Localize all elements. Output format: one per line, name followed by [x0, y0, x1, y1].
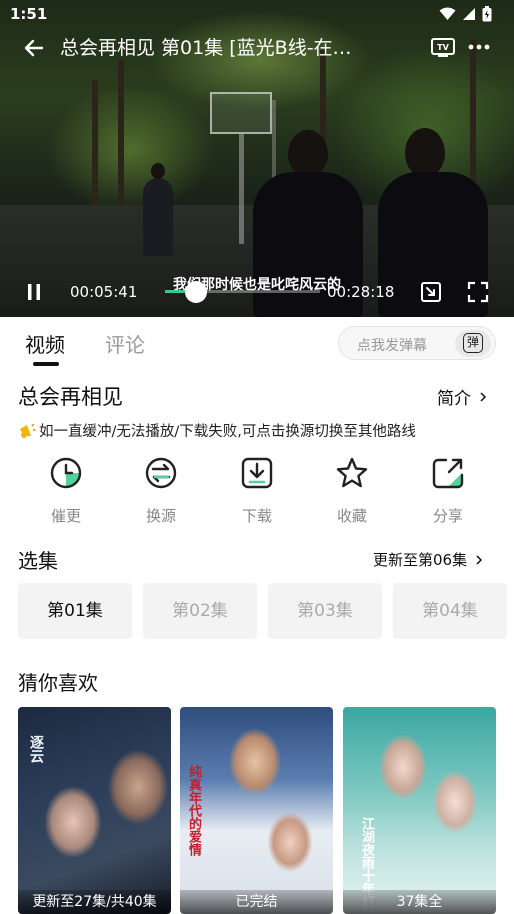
scene-person	[143, 178, 173, 256]
svg-text:TV: TV	[437, 43, 449, 52]
chevron-right-icon	[480, 391, 487, 402]
intro-label: 简介	[437, 389, 471, 409]
total-time: 00:28:18	[327, 283, 395, 301]
recommendation-card[interactable]: 纯真年代的爱情 已完结	[180, 707, 333, 914]
star-icon	[336, 457, 368, 488]
recommendation-card[interactable]: 江湖夜雨十年灯 37集全	[343, 707, 496, 914]
danmu-icon: 弹	[463, 333, 483, 353]
download-icon	[241, 457, 273, 489]
episodes-heading: 选集	[18, 549, 58, 573]
active-tab-indicator	[33, 362, 59, 366]
status-time: 1:51	[10, 5, 48, 23]
status-icons	[439, 6, 492, 22]
notice-text: 如一直缓冲/无法播放/下载失败,可点击换源切换至其他路线	[39, 424, 416, 440]
danmu-placeholder: 点我发弹幕	[357, 338, 427, 354]
recommendations-heading: 猜你喜欢	[18, 671, 98, 695]
video-player[interactable]: 1:51 总会再相见 第01集 [蓝光B线-在… TV 我们那时候也是叱咤风云的…	[0, 0, 514, 317]
share-icon	[432, 458, 464, 489]
clock-icon	[50, 457, 82, 489]
share-button[interactable]: 分享	[413, 455, 483, 526]
buffering-notice: 如一直缓冲/无法播放/下载失败,可点击换源切换至其他路线	[18, 420, 416, 441]
switch-source-icon	[145, 457, 177, 489]
favorite-button[interactable]: 收藏	[317, 455, 387, 526]
current-time: 00:05:41	[70, 283, 138, 301]
battery-icon	[482, 6, 492, 22]
back-arrow-icon[interactable]	[20, 34, 48, 62]
danmu-input[interactable]: 点我发弹幕 弹	[338, 326, 496, 360]
show-title: 总会再相见	[18, 385, 123, 409]
wifi-icon	[439, 7, 456, 20]
player-controls: 00:05:41 00:28:18	[0, 276, 514, 308]
content-tabs: 视频 评论 点我发弹幕 弹	[0, 317, 514, 369]
poster-caption: 已完结	[180, 890, 333, 914]
megaphone-icon	[20, 423, 36, 438]
poster-caption: 37集全	[343, 890, 496, 914]
episodes-update-text: 更新至第06集	[373, 551, 468, 569]
tab-video[interactable]: 视频	[25, 329, 65, 358]
tv-cast-icon[interactable]: TV	[430, 35, 456, 59]
action-label: 催更	[50, 507, 81, 525]
picture-in-picture-icon[interactable]	[420, 281, 442, 303]
episodes-update-link[interactable]: 更新至第06集	[373, 549, 483, 570]
status-bar: 1:51	[0, 0, 514, 28]
action-label: 下载	[241, 507, 272, 525]
intro-link[interactable]: 简介	[437, 384, 487, 409]
download-button[interactable]: 下载	[222, 455, 292, 526]
video-title: 总会再相见 第01集 [蓝光B线-在…	[60, 37, 352, 59]
poster-title: 纯真年代的爱情	[186, 765, 201, 856]
episode-item-03[interactable]: 第03集	[268, 583, 382, 639]
progress-bar[interactable]	[165, 281, 320, 303]
action-bar: 催更 换源 下载 收藏 分享	[0, 455, 514, 535]
urge-update-button[interactable]: 催更	[31, 455, 101, 526]
player-top-bar: 总会再相见 第01集 [蓝光B线-在… TV	[0, 30, 514, 64]
recommendation-card[interactable]: 逐云 更新至27集/共40集	[18, 707, 171, 914]
poster-caption: 更新至27集/共40集	[18, 890, 171, 914]
danmu-toggle-button[interactable]: 弹	[455, 330, 491, 357]
episode-item-01[interactable]: 第01集	[18, 583, 132, 639]
scene-person-head	[288, 130, 328, 178]
episode-item-04[interactable]: 第04集	[393, 583, 507, 639]
signal-icon	[463, 8, 475, 20]
scene-tree	[92, 80, 98, 220]
recommendations-list: 逐云 更新至27集/共40集 纯真年代的爱情 已完结 江湖夜雨十年灯 37集全	[18, 707, 514, 914]
episode-list: 第01集 第02集 第03集 第04集	[18, 583, 514, 639]
action-label: 分享	[432, 507, 463, 525]
more-icon[interactable]	[466, 35, 492, 59]
scene-hoop-pole	[239, 134, 244, 244]
fullscreen-icon[interactable]	[467, 281, 489, 303]
action-label: 收藏	[336, 507, 367, 525]
poster-title: 逐云	[28, 735, 44, 763]
tab-comments[interactable]: 评论	[105, 329, 145, 358]
scene-tree	[118, 60, 124, 220]
episode-item-02[interactable]: 第02集	[143, 583, 257, 639]
pause-icon[interactable]	[24, 282, 44, 302]
chevron-right-icon	[476, 554, 483, 565]
action-label: 换源	[145, 507, 176, 525]
switch-source-button[interactable]: 换源	[126, 455, 196, 526]
progress-handle[interactable]	[185, 281, 207, 303]
scene-person-head	[405, 128, 445, 178]
scene-person-head	[151, 163, 165, 179]
scene-hoop	[210, 92, 272, 134]
